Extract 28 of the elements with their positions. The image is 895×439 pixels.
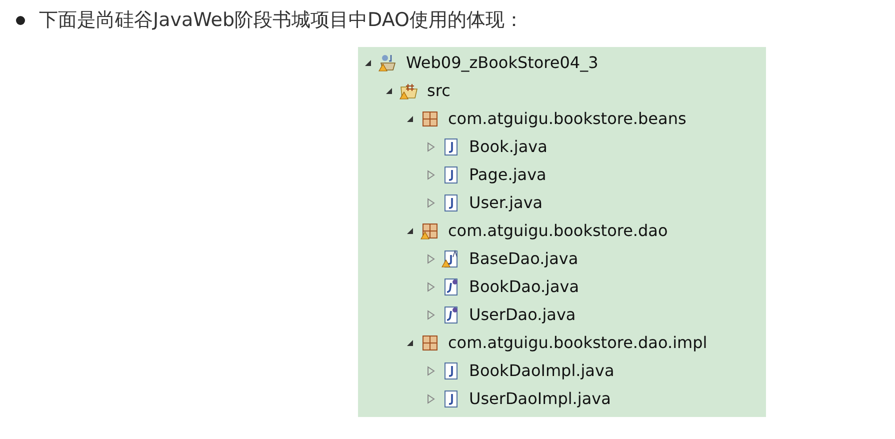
collapsed-arrow-icon[interactable] (427, 394, 435, 404)
tree-item-label[interactable]: com.atguigu.bookstore.beans (448, 106, 686, 130)
intro-text: 下面是尚硅谷JavaWeb阶段书城项目中DAO使用的体现： (39, 8, 524, 33)
expanded-arrow-icon[interactable] (385, 86, 393, 94)
tree-item-label[interactable]: UserDaoImpl.java (469, 386, 611, 410)
collapsed-arrow-icon[interactable] (427, 198, 435, 208)
tree-item-label[interactable]: com.atguigu.bookstore.dao.impl (448, 330, 708, 354)
tree-item-label[interactable]: BookDao.java (469, 274, 580, 298)
collapsed-arrow-icon[interactable] (427, 142, 435, 152)
expanded-arrow-icon[interactable] (406, 226, 414, 234)
tree-item-label[interactable]: BookDaoImpl.java (469, 358, 614, 382)
tree-item-label[interactable]: UserDao.java (469, 302, 576, 326)
tree-item-label[interactable]: com.atguigu.bookstore.dao (448, 218, 668, 242)
expanded-arrow-icon[interactable] (364, 58, 372, 66)
tree-item-label[interactable]: BaseDao.java (469, 246, 578, 270)
collapsed-arrow-icon[interactable] (427, 310, 435, 320)
expanded-arrow-icon[interactable] (406, 338, 414, 346)
collapsed-arrow-icon[interactable] (427, 170, 435, 180)
tree-item-label[interactable]: src (427, 78, 450, 102)
tree-item-label[interactable]: Book.java (469, 134, 548, 158)
collapsed-arrow-icon[interactable] (427, 254, 435, 264)
tree-item-label[interactable]: User.java (469, 190, 543, 214)
collapsed-arrow-icon[interactable] (427, 282, 435, 292)
collapsed-arrow-icon[interactable] (427, 366, 435, 376)
expanded-arrow-icon[interactable] (406, 114, 414, 122)
bullet-icon (16, 16, 25, 25)
tree-item-label[interactable]: Page.java (469, 162, 546, 186)
tree-item-label[interactable]: Web09_zBookStore04_3 (406, 50, 598, 74)
